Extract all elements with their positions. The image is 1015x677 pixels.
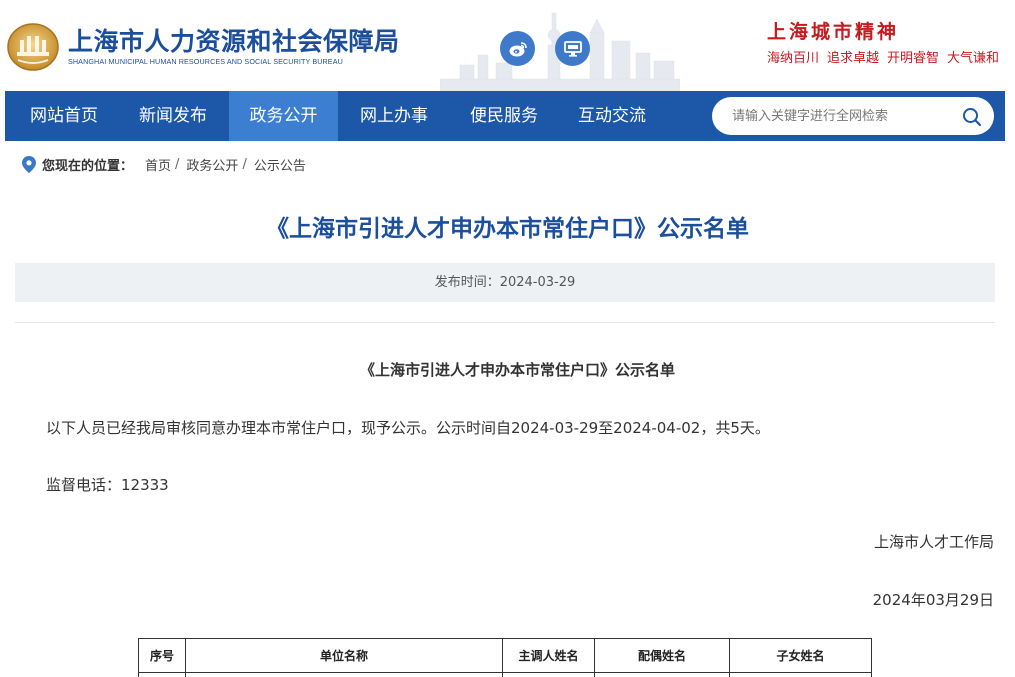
nav-item-interaction[interactable]: 互动交流 <box>557 91 667 141</box>
city-spirit-title: 上海城市精神 <box>767 21 900 43</box>
city-spirit-item: 大气谦和 <box>947 51 1000 66</box>
city-spirit-items: 海纳百川 追求卓越 开明睿智 大气谦和 <box>767 47 999 66</box>
nav-item-news[interactable]: 新闻发布 <box>119 91 227 141</box>
table-row <box>138 672 872 677</box>
breadcrumb-announcements[interactable]: 公示公告 <box>254 155 306 174</box>
desktop-button[interactable] <box>555 31 590 66</box>
breadcrumb-home[interactable]: 首页 <box>145 155 171 174</box>
main-nav: 网站首页 新闻发布 政务公开 网上办事 便民服务 互动交流 <box>5 91 1005 141</box>
breadcrumb-separator: / <box>242 156 247 172</box>
breadcrumb-separator: / <box>175 156 180 172</box>
applicant-table: 序号 单位名称 主调人姓名 配偶姓名 子女姓名 <box>138 638 872 677</box>
col-header-company: 单位名称 <box>185 638 503 673</box>
weibo-button[interactable] <box>500 31 535 66</box>
col-header-spouse: 配偶姓名 <box>594 638 730 673</box>
site-header: 上海市人力资源和社会保障局 SHANGHAI MUNICIPAL HUMAN R… <box>0 0 1015 91</box>
body-title: 《上海市引进人才申办本市常住户口》公示名单 <box>359 361 675 379</box>
breadcrumb: 您现在的位置： 首页 / 政务公开 / 公示公告 <box>22 154 306 174</box>
col-header-applicant: 主调人姓名 <box>502 638 595 673</box>
desktop-icon <box>563 40 582 57</box>
col-header-children: 子女姓名 <box>729 638 872 673</box>
table-cell <box>185 672 503 677</box>
city-spirit-item: 开明睿智 <box>887 51 940 66</box>
search-input[interactable] <box>732 106 952 126</box>
org-name-cn[interactable]: 上海市人力资源和社会保障局 <box>68 22 400 58</box>
org-name-en: SHANGHAI MUNICIPAL HUMAN RESOURCES AND S… <box>68 57 343 66</box>
city-spirit-item: 海纳百川 <box>767 51 820 66</box>
nav-item-home[interactable]: 网站首页 <box>5 91 123 141</box>
publish-time: 发布时间：2024-03-29 <box>15 263 995 302</box>
supervision-phone: 监督电话：12333 <box>46 476 169 494</box>
table-cell <box>138 672 186 677</box>
announcement-paragraph: 以下人员已经我局审核同意办理本市常住户口，现予公示。公示时间自2024-03-2… <box>46 419 770 437</box>
location-pin-icon <box>22 155 36 173</box>
weibo-icon <box>509 41 527 56</box>
col-header-index: 序号 <box>138 638 186 673</box>
table-cell <box>729 672 872 677</box>
issue-date: 2024年03月29日 <box>872 591 994 609</box>
table-cell <box>502 672 595 677</box>
issuer: 上海市人才工作局 <box>873 533 994 551</box>
table-header-row: 序号 单位名称 主调人姓名 配偶姓名 子女姓名 <box>138 638 872 673</box>
divider <box>15 322 995 323</box>
article-title: 《上海市引进人才申办本市常住户口》公示名单 <box>266 216 749 242</box>
bureau-emblem-icon[interactable] <box>6 20 60 72</box>
breadcrumb-label: 您现在的位置： <box>42 158 134 174</box>
search-icon[interactable] <box>962 107 982 127</box>
table-cell <box>594 672 730 677</box>
city-spirit-item: 追求卓越 <box>827 51 880 66</box>
nav-item-online-service[interactable]: 网上办事 <box>339 91 449 141</box>
breadcrumb-gov-affairs[interactable]: 政务公开 <box>186 155 238 174</box>
nav-item-citizen-service[interactable]: 便民服务 <box>449 91 559 141</box>
nav-item-gov-affairs[interactable]: 政务公开 <box>229 91 338 141</box>
search-box <box>712 97 994 135</box>
